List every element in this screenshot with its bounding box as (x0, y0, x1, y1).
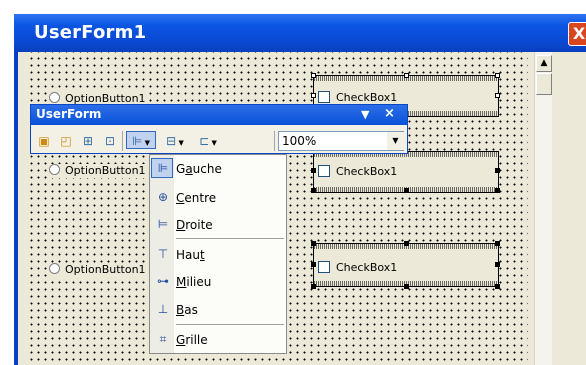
align-icon: ⊫ (131, 134, 143, 148)
resize-handle[interactable] (311, 284, 316, 289)
menu-item-milieu[interactable]: Milieu (176, 272, 211, 292)
checkbox-2[interactable]: CheckBox1 (318, 165, 398, 178)
radio-icon (49, 164, 60, 175)
menu-separator (176, 238, 284, 239)
resize-handle[interactable] (495, 73, 500, 78)
align-top-icon: ⊤ (157, 247, 169, 261)
resize-handle[interactable] (311, 168, 316, 173)
checkbox-label: CheckBox1 (336, 261, 398, 274)
menu-item-gauche[interactable]: Gauche (176, 159, 222, 179)
resize-handle[interactable] (404, 73, 409, 78)
resize-handle[interactable] (495, 188, 500, 193)
radio-icon (49, 263, 60, 274)
menu-separator (176, 324, 284, 325)
menu-item-haut[interactable]: Haut (176, 245, 205, 265)
menu-item-droite[interactable]: Droite (176, 215, 213, 235)
resize-handle[interactable] (404, 188, 409, 193)
resize-handle[interactable] (495, 241, 500, 246)
zoom-value: 100% (282, 134, 317, 148)
scrollbar-thumb[interactable] (536, 73, 552, 95)
window-right-panel (552, 52, 586, 365)
make-same-size-button[interactable]: ⊏ ▼ (193, 132, 223, 150)
group-icon[interactable]: ⊞ (79, 132, 97, 150)
align-left-icon: ⊫ (157, 161, 169, 175)
resize-handle[interactable] (311, 188, 316, 193)
menu-item-centre[interactable]: Centre (176, 188, 216, 208)
resize-handle[interactable] (404, 284, 409, 289)
ungroup-icon[interactable]: ⊡ (101, 132, 119, 150)
make-same-size-icon: ⊏ (199, 134, 210, 148)
toolbar-close-button[interactable]: × (384, 106, 395, 121)
align-dropdown-button[interactable]: ⊫ ▼ (126, 131, 156, 149)
resize-handle[interactable] (495, 168, 500, 173)
resize-handle[interactable] (311, 73, 316, 78)
toolbar-separator (122, 131, 123, 151)
align-to-grid-icon: ⌗ (159, 332, 167, 346)
window-title: UserForm1 (34, 22, 147, 43)
checkbox-label: CheckBox1 (336, 165, 398, 178)
option-button-3[interactable]: OptionButton1 (49, 263, 148, 277)
resize-handle[interactable] (404, 241, 409, 246)
chevron-down-icon: ▼ (176, 139, 184, 147)
option-button-label: OptionButton1 (65, 164, 146, 177)
resize-handle[interactable] (311, 93, 316, 98)
option-button-label: OptionButton1 (65, 263, 146, 276)
toolbar-separator (274, 131, 275, 151)
menu-item-bas[interactable]: Bas (176, 300, 198, 320)
window-close-button[interactable]: X (568, 22, 586, 46)
desktop-edge (0, 0, 14, 365)
toolbar-options-icon[interactable]: ▼ (361, 108, 369, 121)
resize-handle[interactable] (495, 284, 500, 289)
menu-item-grille[interactable]: Grille (176, 330, 208, 350)
chevron-down-icon: ▼ (209, 139, 217, 147)
checkbox-icon (318, 91, 330, 103)
resize-handle[interactable] (495, 93, 500, 98)
align-middle-icon: ⊶ (157, 274, 169, 288)
toolbar-title: UserForm (36, 107, 102, 121)
align-right-icon: ⊨ (157, 217, 169, 231)
zoom-dropdown-arrow-icon[interactable]: ▼ (387, 132, 404, 150)
checkbox-1[interactable]: CheckBox1 (318, 91, 398, 104)
align-center-icon: ⊕ (157, 190, 169, 204)
checkbox-label: CheckBox1 (336, 91, 398, 104)
resize-handle[interactable] (495, 262, 500, 267)
center-in-form-button[interactable]: ⊟ ▼ (160, 132, 190, 150)
bring-to-front-icon[interactable]: ▣ (35, 132, 53, 150)
scroll-up-button[interactable]: ▲ (536, 55, 552, 72)
center-in-form-icon: ⊟ (166, 134, 177, 148)
resize-handle[interactable] (311, 262, 316, 267)
chevron-down-icon: ▼ (142, 139, 151, 147)
send-to-back-icon[interactable]: ◰ (57, 132, 75, 150)
checkbox-3[interactable]: CheckBox1 (318, 261, 398, 274)
align-bottom-icon: ⊥ (157, 302, 169, 316)
vertical-scrollbar[interactable] (534, 52, 552, 365)
option-button-2[interactable]: OptionButton1 (49, 164, 148, 178)
resize-handle[interactable] (311, 241, 316, 246)
checkbox-icon (318, 165, 330, 177)
radio-icon (49, 92, 60, 103)
checkbox-icon (318, 261, 330, 273)
